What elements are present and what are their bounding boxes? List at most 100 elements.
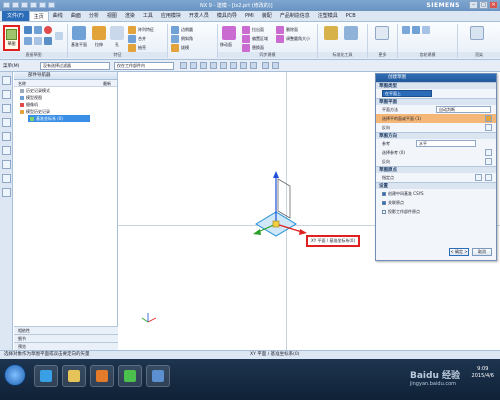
snap-icon[interactable]: [200, 62, 207, 69]
ok-button[interactable]: < 确定 >: [449, 248, 469, 256]
delete-face-icon[interactable]: [276, 26, 284, 34]
tree-row-datum-csys[interactable]: 基准坐标系 (0): [28, 115, 90, 122]
associative-origin-row[interactable]: 关联原点: [376, 198, 496, 207]
pattern-feature-icon[interactable]: [128, 26, 136, 34]
start-button[interactable]: [4, 364, 26, 386]
datum-plane-icon[interactable]: [72, 26, 86, 40]
tab-pcb[interactable]: PCB: [342, 11, 360, 21]
unite-icon[interactable]: [128, 35, 136, 43]
arc-icon[interactable]: [24, 37, 32, 45]
tab-tools[interactable]: 工具: [139, 11, 157, 21]
copy-icon[interactable]: [39, 2, 46, 8]
pull-face-icon[interactable]: [242, 26, 250, 34]
standard-tool-icon[interactable]: [324, 26, 338, 40]
fit-view-icon[interactable]: [250, 62, 257, 69]
section-sketch-type[interactable]: 草图类型: [376, 82, 496, 89]
orient-view-icon[interactable]: [272, 62, 279, 69]
sketch-type-select[interactable]: 在平面上: [382, 90, 432, 97]
tree-row-model-views[interactable]: 模型视图: [14, 94, 117, 101]
section-settings[interactable]: 设置: [376, 182, 496, 189]
line-icon[interactable]: [34, 26, 42, 34]
close-button[interactable]: ✕: [489, 1, 498, 9]
tab-view[interactable]: 视图: [103, 11, 121, 21]
undo-icon[interactable]: [12, 2, 19, 8]
chamfer-icon[interactable]: [171, 35, 179, 43]
gear-mesh-icon[interactable]: [422, 26, 430, 34]
filter-icon[interactable]: [180, 62, 187, 69]
circle-icon[interactable]: [44, 26, 52, 34]
tab-applications[interactable]: 应用模块: [157, 11, 185, 21]
tab-surface[interactable]: 曲面: [67, 11, 85, 21]
tab-developer[interactable]: 开发人员: [185, 11, 213, 21]
section-sketch-origin[interactable]: 草图原点: [376, 166, 496, 173]
point-dialog-icon[interactable]: [475, 174, 482, 181]
web-browser-icon[interactable]: [1, 132, 11, 141]
file-menu[interactable]: 文件(F): [2, 11, 29, 21]
process-studio-icon[interactable]: [1, 188, 11, 197]
sketch-button[interactable]: 草图: [3, 25, 20, 51]
save-icon[interactable]: [3, 2, 10, 8]
plane-selector-icon[interactable]: [485, 115, 492, 122]
panel-dependencies[interactable]: 相依性: [14, 326, 118, 334]
redo-icon[interactable]: [21, 2, 28, 8]
tab-render[interactable]: 渲染: [121, 11, 139, 21]
taskbar-item-explorer[interactable]: [62, 365, 86, 387]
cancel-button[interactable]: 取消: [472, 248, 492, 256]
tree-row-cameras[interactable]: 摄像机: [14, 101, 117, 108]
project-work-part-origin-checkbox[interactable]: [382, 210, 386, 214]
origin-point[interactable]: [272, 220, 280, 228]
tab-assembly[interactable]: 装配: [258, 11, 276, 21]
tab-product-mfg[interactable]: 产品制造信息: [276, 11, 314, 21]
taskbar-item-ie[interactable]: [34, 365, 58, 387]
midpoint-snap-icon[interactable]: [230, 62, 237, 69]
more-icon[interactable]: [375, 26, 389, 40]
taskbar-item-browser[interactable]: [118, 365, 142, 387]
draft-icon[interactable]: [171, 44, 179, 52]
tab-home[interactable]: 主页: [28, 11, 49, 21]
tree-row-history-mode[interactable]: 历史记录模式: [14, 87, 117, 94]
offset-region-icon[interactable]: [242, 35, 250, 43]
rectangle-icon[interactable]: [34, 37, 42, 45]
create-intermediate-csys-checkbox[interactable]: [382, 192, 386, 196]
taskbar-item-media[interactable]: [90, 365, 114, 387]
bevel-gear-icon[interactable]: [412, 26, 420, 34]
shaded-view-icon[interactable]: [262, 62, 269, 69]
window-icon[interactable]: [48, 2, 55, 8]
center-snap-icon[interactable]: [240, 62, 247, 69]
cylinder-gear-icon[interactable]: [402, 26, 410, 34]
profile-icon[interactable]: [24, 26, 32, 34]
point-snap-icon[interactable]: [210, 62, 217, 69]
gc-tool-icon[interactable]: [344, 26, 358, 40]
roles-icon[interactable]: [1, 174, 11, 183]
system-materials-icon[interactable]: [1, 160, 11, 169]
select-plane-field[interactable]: 选择平的面或平面 (1): [376, 114, 496, 123]
assembly-navigator-icon[interactable]: [1, 76, 11, 85]
taskbar-item-nx[interactable]: [146, 365, 170, 387]
menu-button[interactable]: 菜单(M): [3, 63, 19, 69]
maximize-button[interactable]: □: [479, 1, 488, 9]
selection-scope-dropdown[interactable]: 仅在工作部件内: [114, 62, 174, 70]
section-sketch-plane[interactable]: 草图平面: [376, 98, 496, 105]
panel-details[interactable]: 细节: [14, 334, 118, 342]
section-sketch-orientation[interactable]: 草图方向: [376, 132, 496, 139]
tab-curve[interactable]: 曲线: [49, 11, 67, 21]
tab-analysis[interactable]: 分析: [85, 11, 103, 21]
reuse-library-icon[interactable]: [1, 118, 11, 127]
move-face-icon[interactable]: [222, 26, 236, 40]
reverse-direction-icon[interactable]: [485, 124, 492, 131]
yz-plane-shape[interactable]: [277, 178, 291, 219]
tree-row-model-history[interactable]: 模型历史记录: [14, 108, 117, 115]
part-navigator-icon[interactable]: [1, 90, 11, 99]
endpoint-snap-icon[interactable]: [220, 62, 227, 69]
associative-origin-checkbox[interactable]: [382, 201, 386, 205]
plane-method-select[interactable]: 自动判断: [436, 106, 491, 113]
tab-injection-mold[interactable]: 注塑模具: [314, 11, 342, 21]
create-intermediate-csys-row[interactable]: 创建中间基准 CSYS: [376, 189, 496, 198]
history-icon[interactable]: [1, 146, 11, 155]
select-reference-field[interactable]: 选择参考 (0): [376, 148, 496, 157]
select-all-icon[interactable]: [190, 62, 197, 69]
resize-blend-icon[interactable]: [276, 35, 284, 43]
selection-filter-dropdown[interactable]: 没有选择过滤器: [40, 62, 110, 70]
reference-selector-icon[interactable]: [485, 149, 492, 156]
cut-icon[interactable]: [30, 2, 37, 8]
